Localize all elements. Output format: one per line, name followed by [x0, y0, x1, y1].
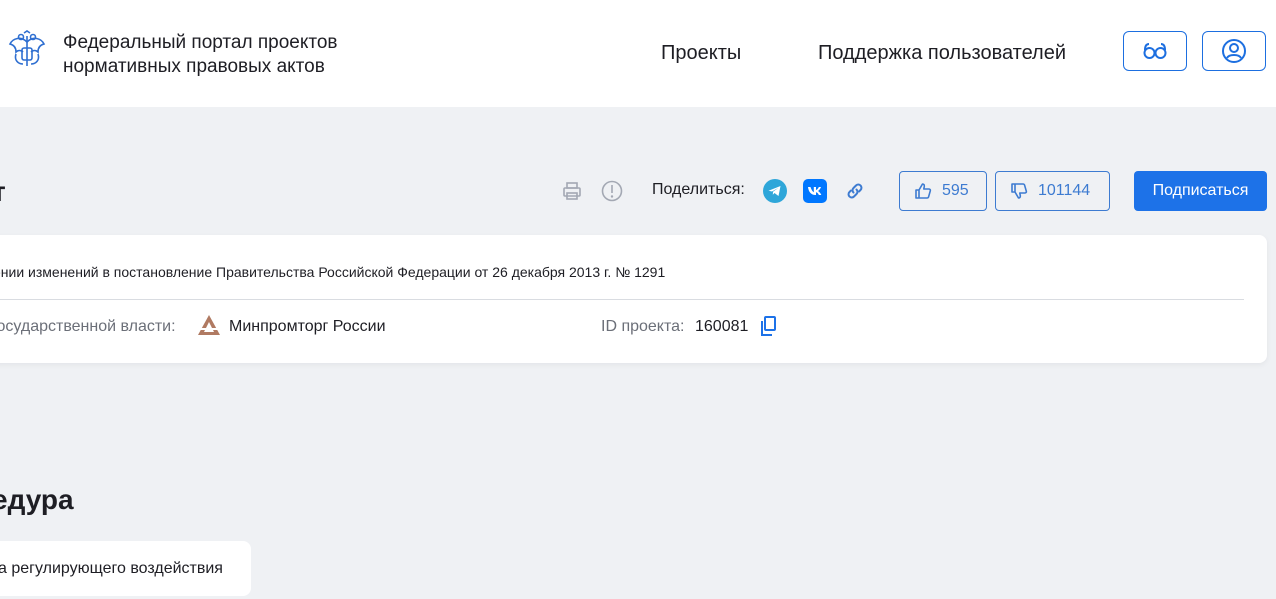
project-title: ении изменений в постановление Правитель… [0, 264, 666, 280]
site-header: Федеральный портал проектов нормативных … [0, 0, 1276, 107]
nav-projects[interactable]: Проекты [661, 41, 741, 65]
print-icon[interactable] [561, 180, 583, 202]
accessibility-button[interactable] [1123, 31, 1187, 71]
divider [0, 299, 1244, 300]
portal-title-line1: Федеральный портал проектов [63, 32, 338, 53]
profile-button[interactable] [1202, 31, 1266, 71]
thumbs-up-icon [915, 183, 932, 199]
user-icon [1222, 39, 1246, 63]
nav-support[interactable]: Поддержка пользователей [818, 41, 1066, 65]
portal-title-line2: нормативных правовых актов [63, 56, 325, 77]
likes-count: 595 [942, 182, 969, 199]
emblem-icon[interactable] [6, 30, 48, 72]
department-label: государственной власти: [0, 318, 176, 335]
link-icon[interactable] [843, 179, 867, 203]
procedure-stage-label: а регулирующего воздействия [0, 560, 223, 577]
dislike-button[interactable]: 101144 [995, 171, 1110, 211]
glasses-icon [1143, 43, 1167, 59]
thumbs-down-icon [1011, 183, 1028, 199]
like-button[interactable]: 595 [899, 171, 987, 211]
ministry-logo-icon [198, 315, 220, 335]
procedure-section-title: едура [0, 484, 74, 515]
subscribe-button[interactable]: Подписаться [1134, 171, 1267, 211]
copy-icon[interactable] [758, 315, 778, 337]
dislikes-count: 101144 [1038, 182, 1091, 199]
vk-icon[interactable] [803, 179, 827, 203]
department-name[interactable]: Минпромторг России [229, 318, 386, 336]
project-id-label: ID проекта: [601, 318, 685, 335]
portal-title[interactable]: Федеральный портал проектов нормативных … [63, 31, 338, 79]
project-section-title: кт [0, 176, 6, 208]
project-id-value: 160081 [695, 318, 749, 335]
share-label: Поделиться: [652, 181, 745, 198]
telegram-icon[interactable] [763, 179, 787, 203]
alert-icon[interactable] [601, 180, 623, 202]
